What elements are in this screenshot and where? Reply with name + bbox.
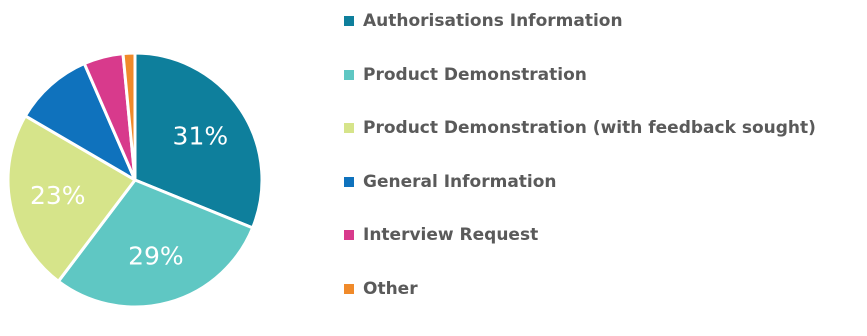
legend-item: Product Demonstration [344, 63, 587, 87]
pie-chart: 31% 29% 23% [6, 51, 264, 309]
data-label-1: 31% [173, 122, 229, 151]
chart-legend: Authorisations Information Product Demons… [344, 0, 867, 336]
legend-swatch [344, 123, 354, 133]
data-label-3: 23% [30, 181, 86, 210]
legend-item: Product Demonstration (with feedback sou… [344, 116, 816, 140]
legend-item: Other [344, 277, 418, 301]
legend-label: Interview Request [363, 225, 539, 245]
legend-swatch [344, 176, 354, 187]
legend-swatch [344, 230, 354, 240]
legend-label: Authorisations Information [363, 11, 623, 31]
legend-item: Interview Request [344, 223, 538, 247]
legend-label: General Information [363, 171, 557, 192]
legend-swatch [344, 283, 354, 294]
legend-label: Other [363, 278, 418, 299]
legend-label: Product Demonstration (with feedback sou… [363, 118, 816, 138]
legend-label: Product Demonstration [363, 64, 587, 85]
data-label-2: 29% [128, 241, 184, 270]
legend-item: Authorisations Information [344, 9, 623, 33]
legend-swatch [344, 69, 354, 80]
legend-swatch [344, 16, 354, 26]
legend-item: General Information [344, 170, 557, 194]
